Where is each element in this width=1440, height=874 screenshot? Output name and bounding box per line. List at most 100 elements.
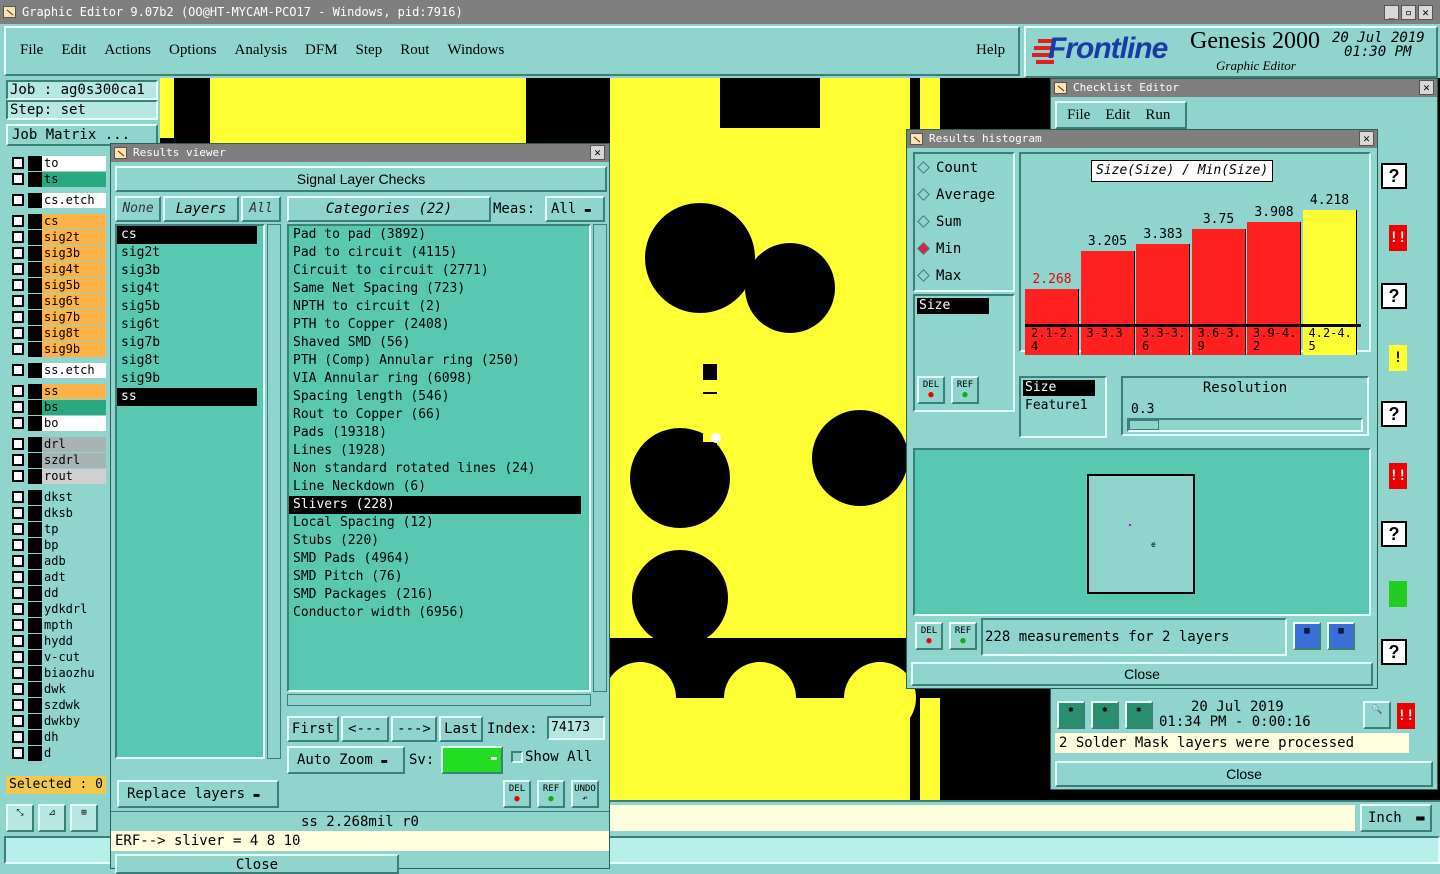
grid-icon[interactable]: ⊞ [70,804,98,832]
layer-row[interactable]: dwk [6,682,106,697]
layer-row[interactable]: cs [6,214,106,229]
units-dropdown[interactable]: Inch ▬ [1360,804,1432,832]
layer-checkbox[interactable] [12,603,24,615]
category-item[interactable]: Pads (19318) [289,424,589,442]
auto-zoom-dropdown[interactable]: Auto Zoom ▬ [287,746,405,774]
checklist-menu-run[interactable]: Run [1145,107,1170,123]
checklist-title-bar[interactable]: Checklist Editor ✕ [1051,79,1437,97]
category-item[interactable]: Pad to circuit (4115) [289,244,589,262]
histogram-title-bar[interactable]: Results histogram ✕ [907,130,1377,148]
field-list[interactable]: Size Feature1 [1019,376,1107,438]
histogram-bar[interactable] [1025,289,1079,324]
prev-button[interactable]: <--- [341,716,389,742]
layer-row[interactable]: drl [6,437,106,452]
layer-row[interactable]: sig8t [6,326,106,341]
measure-icon[interactable]: ⊿ [38,804,66,832]
zoom-icon[interactable]: 🔍 [1363,701,1391,729]
field-selector[interactable]: Size DEL ● REF ● [913,294,1015,412]
none-button[interactable]: None [115,196,161,222]
category-item[interactable]: Local Spacing (12) [289,514,589,532]
category-item[interactable]: SMD Pads (4964) [289,550,589,568]
resolution-slider[interactable] [1127,418,1363,432]
replace-layers-dropdown[interactable]: Replace layers ▬ [117,780,279,808]
del-button[interactable]: DEL ● [915,622,943,650]
layer-checkbox[interactable] [12,587,24,599]
result-layer-item[interactable]: sig2t [117,244,263,262]
category-item[interactable]: Rout to Copper (66) [289,406,589,424]
minimize-button[interactable]: _ [1384,5,1399,20]
menu-analysis[interactable]: Analysis [235,42,288,58]
histogram-close[interactable]: Close [911,662,1373,686]
layer-checkbox[interactable] [12,385,24,397]
menu-file[interactable]: File [20,42,43,58]
categories-hscrollbar[interactable] [287,694,591,706]
index-input[interactable]: 74173 [547,716,605,740]
menu-rout[interactable]: Rout [400,42,429,58]
layer-row[interactable]: ydkdrl [6,602,106,617]
layer-row[interactable]: sig7b [6,310,106,325]
category-item[interactable]: Slivers (228) [289,496,581,514]
layer-checkbox[interactable] [12,343,24,355]
layer-checkbox[interactable] [12,715,24,727]
layer-row[interactable]: to [6,156,106,171]
histogram-close-button[interactable]: ✕ [1359,131,1374,146]
menu-windows[interactable]: Windows [447,42,504,58]
layer-checkbox[interactable] [12,263,24,275]
layer-row[interactable]: tp [6,522,106,537]
layer-checkbox[interactable] [12,438,24,450]
zoom-fit-icon[interactable]: ⤡ [6,804,34,832]
print-icon[interactable]: ▦ [1327,622,1355,650]
result-layer-item[interactable]: sig8t [117,352,263,370]
results-viewer-close[interactable]: Close [115,854,399,874]
option-average[interactable]: Average [917,187,995,205]
export-icon[interactable]: ▦ [1293,622,1321,650]
category-item[interactable]: Conductor width (6956) [289,604,589,622]
layer-row[interactable]: szdwk [6,698,106,713]
histogram-bar[interactable] [1080,251,1135,324]
help-icon[interactable]: ? [1381,283,1407,309]
layer-checkbox[interactable] [12,364,24,376]
category-item[interactable]: SMD Pitch (76) [289,568,589,586]
layer-checkbox[interactable] [12,619,24,631]
ref-button[interactable]: REF ● [537,780,565,808]
run-check-icon[interactable]: ✱ [1057,701,1085,729]
categories-button[interactable]: Categories (22) [287,196,491,222]
help-icon[interactable]: ? [1381,639,1407,665]
layer-checkbox[interactable] [12,311,24,323]
layer-checkbox[interactable] [12,683,24,695]
option-sum[interactable]: Sum [917,214,961,232]
results-viewer-title-bar[interactable]: Results viewer ✕ [111,144,609,162]
category-item[interactable]: Shaved SMD (56) [289,334,589,352]
layer-checkbox[interactable] [12,194,24,206]
category-item[interactable]: VIA Annular ring (6098) [289,370,589,388]
result-layer-item[interactable]: sig6t [117,316,263,334]
layer-checkbox[interactable] [12,173,24,185]
layer-checkbox[interactable] [12,454,24,466]
category-item[interactable]: Stubs (220) [289,532,589,550]
layer-row[interactable]: rout [6,469,106,484]
result-layer-item[interactable]: sig9b [117,370,263,388]
result-layer-item[interactable]: sig5b [117,298,263,316]
help-icon[interactable]: ? [1381,521,1407,547]
undo-button[interactable]: UNDO ↶ [571,780,599,808]
field-selected[interactable]: Size [917,298,989,314]
layer-list[interactable]: to ts cs.etch cs sig2t sig3b sig4t sig5b sig6t si… [6,152,110,772]
layer-row[interactable]: dh [6,730,106,745]
layer-row[interactable]: sig5b [6,278,106,293]
field-size[interactable]: Size [1023,380,1095,396]
layer-checkbox[interactable] [12,327,24,339]
result-layer-item[interactable]: ss [117,388,257,406]
result-layer-item[interactable]: cs [117,226,257,244]
option-max[interactable]: Max [917,268,961,286]
layer-checkbox[interactable] [12,215,24,227]
category-item[interactable]: Spacing length (546) [289,388,589,406]
layer-checkbox[interactable] [12,699,24,711]
del-button[interactable]: DEL ● [503,780,531,808]
checklist-menu-file[interactable]: File [1067,107,1090,123]
layer-row[interactable]: sig6t [6,294,106,309]
layer-row[interactable]: hydd [6,634,106,649]
layer-checkbox[interactable] [12,491,24,503]
layer-checkbox[interactable] [12,523,24,535]
layer-checkbox[interactable] [12,667,24,679]
sv-color-dropdown[interactable]: ▬ [441,746,503,774]
